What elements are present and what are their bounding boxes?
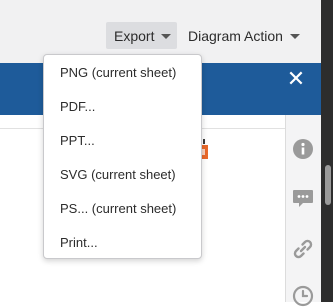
- diagram-action-button[interactable]: Diagram Action: [188, 22, 300, 49]
- menu-item-print[interactable]: Print...: [44, 228, 201, 258]
- menu-item-svg[interactable]: SVG (current sheet): [44, 160, 201, 190]
- chevron-down-icon: [289, 34, 300, 39]
- export-button-label: Export: [114, 27, 155, 44]
- close-icon[interactable]: ✕: [284, 67, 308, 91]
- info-icon[interactable]: [292, 138, 314, 160]
- link-icon[interactable]: [292, 238, 314, 260]
- history-icon[interactable]: [292, 285, 314, 307]
- chevron-down-icon: [161, 34, 172, 39]
- export-button[interactable]: Export: [106, 22, 177, 49]
- comment-icon[interactable]: [292, 187, 314, 209]
- menu-item-pdf[interactable]: PDF...: [44, 92, 201, 122]
- diagram-action-label: Diagram Action: [188, 27, 283, 44]
- menu-item-png[interactable]: PNG (current sheet): [44, 58, 201, 88]
- scrollbar-track[interactable]: [321, 0, 333, 302]
- menu-item-ps[interactable]: PS... (current sheet): [44, 194, 201, 224]
- scrollbar-thumb[interactable]: [325, 165, 331, 205]
- export-dropdown-menu: PNG (current sheet) PDF... PPT... SVG (c…: [43, 54, 202, 259]
- menu-item-ppt[interactable]: PPT...: [44, 126, 201, 156]
